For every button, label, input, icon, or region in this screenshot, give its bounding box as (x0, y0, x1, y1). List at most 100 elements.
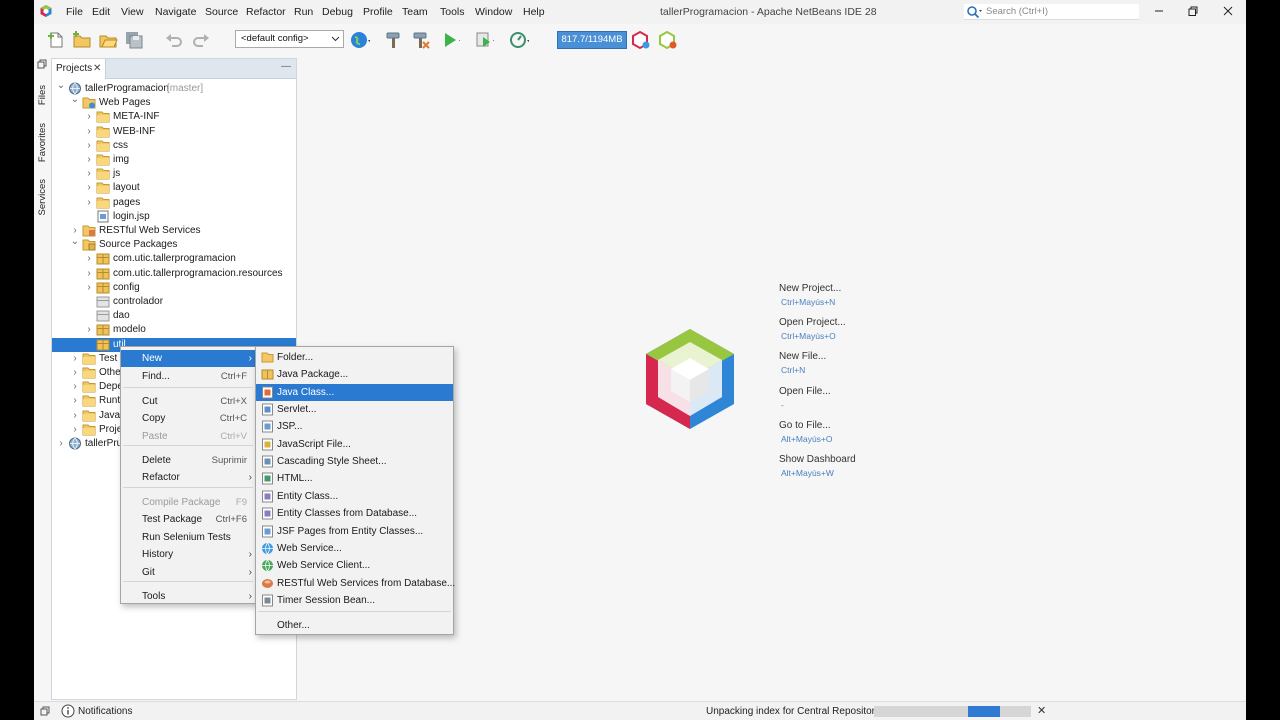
context-menu-item-run-selenium-tests[interactable]: Run Selenium Tests (121, 529, 255, 546)
open-project-icon[interactable] (98, 30, 118, 50)
new-menu-item-jsp[interactable]: JSP... (256, 418, 453, 435)
new-menu-item-other[interactable]: Other... (256, 617, 453, 634)
new-menu-item-servlet[interactable]: Servlet... (256, 401, 453, 418)
profile-project-icon[interactable] (509, 30, 529, 50)
expand-chevron-icon[interactable]: › (84, 268, 94, 280)
tree-item-web-inf[interactable]: › WEB-INF (52, 125, 296, 139)
menu-file[interactable]: File (66, 6, 83, 18)
context-menu-item-history[interactable]: History › (121, 546, 255, 563)
browser-globe-icon[interactable] (350, 30, 370, 50)
tree-item-web-pages[interactable]: ⌄ Web Pages (52, 94, 296, 110)
context-menu-item-copy[interactable]: Copy Ctrl+C (121, 410, 255, 427)
menu-profile[interactable]: Profile (363, 6, 393, 18)
expand-chevron-icon[interactable]: › (56, 438, 66, 450)
tree-item-meta-inf[interactable]: › META-INF (52, 110, 296, 124)
context-menu-item-find[interactable]: Find... Ctrl+F (121, 368, 255, 385)
tree-item-com-utic-tallerprogramacion-resources[interactable]: › com.utic.tallerprogramacion.resources (52, 267, 296, 281)
menu-edit[interactable]: Edit (92, 6, 110, 18)
menu-team[interactable]: Team (402, 6, 428, 18)
clean-build-icon[interactable] (411, 30, 431, 50)
run-project-icon[interactable] (440, 30, 460, 50)
tree-item-restful-web-services[interactable]: › RESTful Web Services (52, 224, 296, 238)
quick-link-show-dashboard[interactable]: Show Dashboard Alt+Mayús+W (779, 454, 856, 478)
tree-item-config[interactable]: › config (52, 281, 296, 295)
expand-chevron-icon[interactable]: › (70, 410, 80, 422)
notifications-label[interactable]: Notifications (78, 706, 132, 717)
expand-chevron-icon[interactable]: › (84, 182, 94, 194)
menu-run[interactable]: Run (294, 6, 313, 18)
side-tab-favorites[interactable]: Favorites (34, 119, 50, 167)
close-tab-icon[interactable]: ✕ (93, 63, 101, 74)
undo-icon[interactable] (164, 30, 184, 50)
search-input[interactable]: Search (Ctrl+I) (964, 4, 1139, 20)
new-menu-item-java-class[interactable]: Java Class... (256, 383, 453, 401)
save-all-icon[interactable] (124, 30, 144, 50)
redo-icon[interactable] (191, 30, 211, 50)
tree-item-tallerprogramacion[interactable]: ⌄ tallerProgramacion [master] (52, 80, 296, 96)
expand-chevron-icon[interactable]: › (84, 154, 94, 166)
menu-debug[interactable]: Debug (322, 6, 353, 18)
expand-chevron-icon[interactable]: › (84, 168, 94, 180)
menu-help[interactable]: Help (523, 6, 545, 18)
quick-link-go-to-file[interactable]: Go to File... Alt+Mayús+O (779, 420, 833, 444)
expand-chevron-icon[interactable]: › (70, 353, 80, 365)
expand-chevron-icon[interactable]: › (84, 324, 94, 336)
menu-view[interactable]: View (121, 6, 144, 18)
tree-item-css[interactable]: › css (52, 139, 296, 153)
new-menu-item-entity-classes-from-database[interactable]: Entity Classes from Database... (256, 505, 453, 522)
quick-link-new-file[interactable]: New File... Ctrl+N (779, 351, 826, 375)
notifications-icon[interactable] (61, 704, 75, 718)
new-menu-item-javascript-file[interactable]: JavaScript File... (256, 436, 453, 453)
context-menu-item-test-package[interactable]: Test Package Ctrl+F6 (121, 511, 255, 528)
tree-item-com-utic-tallerprogramacion[interactable]: › com.utic.tallerprogramacion (52, 252, 296, 266)
context-menu-item-new[interactable]: New › (121, 350, 255, 367)
collapse-chevron-icon[interactable]: ⌄ (70, 236, 80, 248)
menu-refactor[interactable]: Refactor (246, 6, 286, 18)
new-menu-item-restful-web-services-from-database[interactable]: RESTful Web Services from Database... (256, 575, 455, 592)
quick-link-open-project[interactable]: Open Project... Ctrl+Mayús+O (779, 317, 846, 341)
restore-panel-icon[interactable] (40, 706, 50, 716)
new-project-icon[interactable] (72, 30, 92, 50)
gc-nb-icon[interactable] (631, 30, 651, 50)
tree-item-dao[interactable]: dao (52, 309, 296, 323)
tree-item-pages[interactable]: › pages (52, 196, 296, 210)
new-menu-item-entity-class[interactable]: Entity Class... (256, 488, 453, 505)
new-menu-item-web-service[interactable]: Web Service... (256, 540, 453, 557)
new-menu-item-html[interactable]: HTML... (256, 470, 453, 487)
expand-chevron-icon[interactable]: › (70, 225, 80, 237)
quick-link-open-file[interactable]: Open File... - (779, 386, 831, 410)
expand-chevron-icon[interactable]: › (84, 126, 94, 138)
tab-projects[interactable]: Projects ✕ (52, 59, 106, 79)
memory-usage-meter[interactable]: 817.7/1194MB (557, 31, 627, 49)
restore-group-icon[interactable] (37, 59, 47, 69)
restore-window-icon[interactable] (1186, 4, 1200, 18)
cancel-task-icon[interactable]: ✕ (1037, 704, 1046, 717)
menu-tools[interactable]: Tools (440, 6, 465, 18)
expand-chevron-icon[interactable]: › (70, 424, 80, 436)
profile-ide-icon[interactable] (658, 30, 678, 50)
expand-chevron-icon[interactable]: › (84, 140, 94, 152)
menu-window[interactable]: Window (475, 6, 512, 18)
configuration-select[interactable]: <default config> (235, 30, 344, 48)
tree-item-layout[interactable]: › layout (52, 181, 296, 195)
expand-chevron-icon[interactable]: › (70, 381, 80, 393)
menu-source[interactable]: Source (205, 6, 238, 18)
expand-chevron-icon[interactable]: › (84, 253, 94, 265)
tree-item-login-jsp[interactable]: login.jsp (52, 210, 296, 224)
new-menu-item-web-service-client[interactable]: Web Service Client... (256, 557, 453, 574)
new-menu-item-jsf-pages-from-entity-classes[interactable]: JSF Pages from Entity Classes... (256, 523, 453, 540)
expand-chevron-icon[interactable]: › (70, 367, 80, 379)
new-file-icon[interactable] (46, 30, 66, 50)
new-menu-item-folder[interactable]: Folder... (256, 349, 453, 366)
tree-item-js[interactable]: › js (52, 167, 296, 181)
expand-chevron-icon[interactable]: › (84, 111, 94, 123)
context-menu-item-delete[interactable]: Delete Suprimir (121, 452, 255, 469)
new-menu-item-java-package[interactable]: Java Package... (256, 366, 453, 383)
tree-item-controlador[interactable]: controlador (52, 295, 296, 309)
collapse-chevron-icon[interactable]: ⌄ (56, 80, 66, 92)
close-window-icon[interactable] (1221, 4, 1235, 18)
tree-item-img[interactable]: › img (52, 153, 296, 167)
context-menu-item-refactor[interactable]: Refactor › (121, 469, 255, 486)
collapse-chevron-icon[interactable]: ⌄ (70, 94, 80, 106)
tree-item-source-packages[interactable]: ⌄ Source Packages (52, 236, 296, 252)
